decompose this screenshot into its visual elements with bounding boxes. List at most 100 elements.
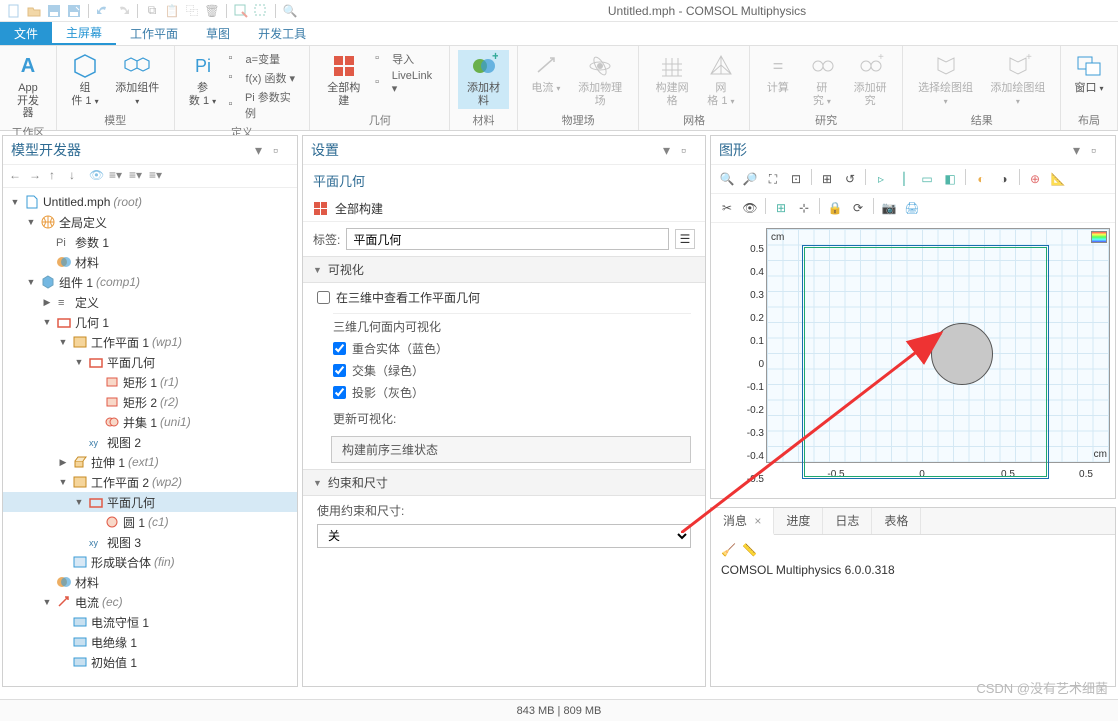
gfx-menu-icon[interactable]: ▾ [1073, 142, 1089, 158]
ribbon-plot-add[interactable]: +添加绘图组 ▾ [984, 50, 1052, 109]
tab-workplane[interactable]: 工作平面 [116, 22, 192, 45]
snap-icon[interactable]: ⊕ [1025, 169, 1045, 189]
tree-node[interactable]: ▼电流(ec) [3, 592, 297, 612]
chk-solid[interactable]: 重合实体（蓝色） [333, 340, 691, 357]
ribbon-cube-blue[interactable]: 组件 1 ▾ [65, 50, 105, 109]
zoom-ext-icon[interactable]: ⊡ [786, 169, 806, 189]
tree-node[interactable]: xy视图 2 [3, 432, 297, 452]
light-icon[interactable]: ◐ [971, 169, 991, 189]
print-icon[interactable]: 🖨 [902, 198, 922, 218]
tree-node[interactable]: 电绝缘 1 [3, 632, 297, 652]
save-icon[interactable] [46, 3, 62, 19]
tree-node[interactable]: 并集 1(uni1) [3, 412, 297, 432]
tree-prev-icon[interactable]: ← [9, 168, 25, 184]
ribbon-windows[interactable]: 窗口 ▾ [1069, 50, 1109, 97]
tree-node[interactable]: 形成联合体(fin) [3, 552, 297, 572]
tree-node[interactable]: ▼工作平面 1(wp1) [3, 332, 297, 352]
zoom-sel-icon[interactable] [253, 3, 269, 19]
sel-point-icon[interactable]: ▹ [871, 169, 891, 189]
sel-face-icon[interactable]: ▭ [917, 169, 937, 189]
ribbon-add-study[interactable]: +添加研究 [846, 50, 895, 109]
refresh-icon[interactable]: ⟳ [848, 198, 868, 218]
tree-opt3-icon[interactable]: ≡▾ [149, 168, 165, 184]
open-icon[interactable] [26, 3, 42, 19]
tree-node[interactable]: 电流守恒 1 [3, 612, 297, 632]
tree-node[interactable]: Pi参数 1 [3, 232, 297, 252]
tree-node[interactable]: 材料 [3, 252, 297, 272]
ribbon-small-livelink[interactable]: ▫LiveLink ▾ [373, 69, 441, 96]
tree-node[interactable]: 矩形 2(r2) [3, 392, 297, 412]
dup-icon[interactable]: ⿻ [184, 3, 200, 19]
measure-icon[interactable]: 📐 [1048, 169, 1068, 189]
tree-node[interactable]: 矩形 1(r1) [3, 372, 297, 392]
ribbon-small-import[interactable]: ▫导入 [373, 50, 441, 68]
broom-icon[interactable]: 🧹 [721, 543, 736, 557]
tree-opt2-icon[interactable]: ≡▾ [129, 168, 145, 184]
tree-node[interactable]: ▼几何 1 [3, 312, 297, 332]
ribbon-current[interactable]: 电流 ▾ [526, 50, 566, 97]
tab-home[interactable]: 主屏幕 [52, 22, 116, 45]
ribbon-pi[interactable]: Pi参数 1 ▾ [183, 50, 223, 109]
new-icon[interactable] [6, 3, 22, 19]
tree-node[interactable]: ▼平面几何 [3, 492, 297, 512]
model-tree[interactable]: ▼Untitled.mph(root)▼全局定义Pi参数 1材料▼组件 1(co… [3, 188, 297, 686]
tree-show-icon[interactable]: 👁 [89, 168, 105, 184]
ribbon-mesh-tri[interactable]: 网格 1 ▾ [701, 50, 741, 109]
sel-dom-icon[interactable]: ◧ [940, 169, 960, 189]
tree-down-icon[interactable]: ↓ [69, 168, 85, 184]
ribbon-calc[interactable]: =计算 [758, 50, 798, 97]
undo-icon[interactable] [95, 3, 111, 19]
tab-progress[interactable]: 进度 [774, 508, 823, 534]
ribbon-plot-sel[interactable]: 选择绘图组 ▾ [911, 50, 979, 109]
tree-next-icon[interactable]: → [29, 168, 45, 184]
tree-node[interactable]: 圆 1(c1) [3, 512, 297, 532]
cs-select[interactable]: 关 [317, 524, 691, 548]
settings-pin-icon[interactable]: ▫ [681, 142, 697, 158]
build-all-label[interactable]: 全部构建 [335, 200, 383, 217]
tab-devtools[interactable]: 开发工具 [244, 22, 320, 45]
chk-intersection[interactable]: 交集（绿色） [333, 362, 691, 379]
ribbon-cubes[interactable]: 添加组件 ▾ [109, 50, 166, 109]
tree-node[interactable]: ▼全局定义 [3, 212, 297, 232]
settings-menu-icon[interactable]: ▾ [663, 142, 679, 158]
tree-node[interactable]: ▼Untitled.mph(root) [3, 192, 297, 212]
ribbon-study[interactable]: 研究 ▾ [802, 50, 842, 109]
sel-edge-icon[interactable]: ⎮ [894, 169, 914, 189]
tab-messages[interactable]: 消息 × [711, 508, 774, 535]
ribbon-mesh[interactable]: 构建网格 [647, 50, 697, 109]
ribbon-add-phys[interactable]: 添加物理场 [570, 50, 630, 109]
grid-icon[interactable]: ⊞ [771, 198, 791, 218]
tree-node[interactable]: ▶≡定义 [3, 292, 297, 312]
select-icon[interactable] [233, 3, 249, 19]
tab-log[interactable]: 日志 [823, 508, 872, 534]
update-vis-button[interactable]: 构建前序三维状态 [331, 436, 691, 463]
hide-icon[interactable]: 👁 [740, 198, 760, 218]
tab-sketch[interactable]: 草图 [192, 22, 244, 45]
zoom-out-icon[interactable]: 🔎 [740, 169, 760, 189]
saveas-icon[interactable] [66, 3, 82, 19]
ribbon-add-mat[interactable]: +添加材料 [458, 50, 509, 109]
ribbon-build-all[interactable]: 全部构建 [318, 50, 369, 109]
panel-menu-icon[interactable]: ▾ [255, 142, 271, 158]
capture-icon[interactable]: 📷 [879, 198, 899, 218]
trans-icon[interactable]: ◑ [994, 169, 1014, 189]
find-icon[interactable]: 🔍 [282, 3, 298, 19]
clip-icon[interactable]: ✂ [717, 198, 737, 218]
ribbon-small-pi-s[interactable]: ▫Pi 参数实例 [227, 88, 302, 122]
section-constraints[interactable]: ▼约束和尺寸 [303, 469, 705, 496]
delete-icon[interactable]: 🗑 [204, 3, 220, 19]
axes-icon[interactable]: ⊹ [794, 198, 814, 218]
ruler-icon[interactable]: 📏 [742, 543, 757, 557]
tab-file[interactable]: 文件 [0, 22, 52, 45]
lock-icon[interactable]: 🔒 [825, 198, 845, 218]
view-reset-icon[interactable]: ↺ [840, 169, 860, 189]
panel-pin-icon[interactable]: ▫ [273, 142, 289, 158]
tree-up-icon[interactable]: ↑ [49, 168, 65, 184]
gfx-pin-icon[interactable]: ▫ [1091, 142, 1107, 158]
tree-opt1-icon[interactable]: ≡▾ [109, 168, 125, 184]
tree-node[interactable]: ▼工作平面 2(wp2) [3, 472, 297, 492]
ribbon-small-fx[interactable]: ▫f(x) 函数 ▾ [227, 69, 302, 87]
tag-input[interactable] [346, 228, 669, 250]
tree-node[interactable]: xy视图 3 [3, 532, 297, 552]
tree-node[interactable]: 材料 [3, 572, 297, 592]
